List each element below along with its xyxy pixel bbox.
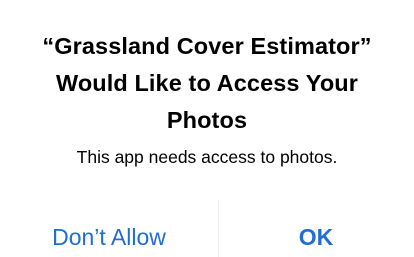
button-divider-vertical [218, 200, 219, 257]
ok-button[interactable]: OK [218, 200, 414, 257]
alert-title: “Grassland Cover Estimator” Would Like t… [0, 28, 414, 139]
alert-title-line: “Grassland Cover Estimator” [42, 33, 372, 59]
alert-title-line: Photos [166, 107, 248, 133]
alert-message: This app needs access to photos. [76, 147, 338, 167]
dont-allow-button[interactable]: Don’t Allow [0, 200, 218, 257]
alert-button-row: Don’t Allow OK [0, 200, 414, 257]
alert-title-line: Would Like to Access Your [56, 70, 358, 96]
permission-alert: “Grassland Cover Estimator” Would Like t… [0, 0, 414, 257]
